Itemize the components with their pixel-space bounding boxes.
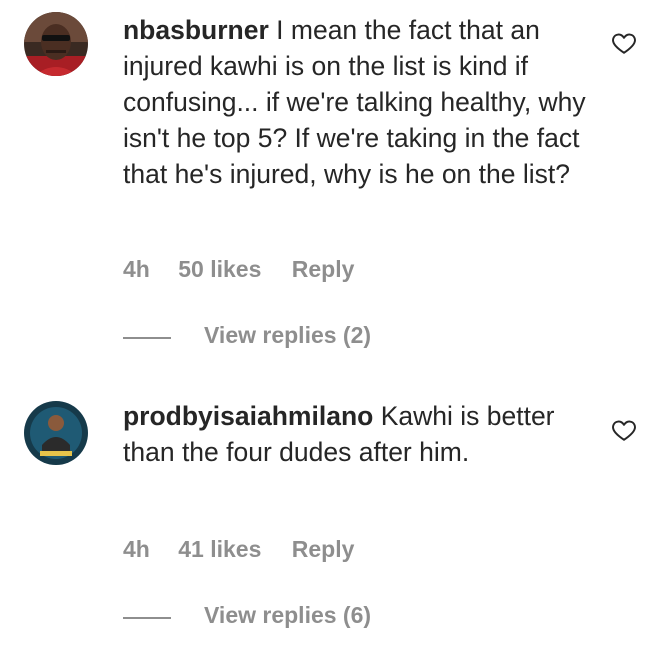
avatar[interactable] [24,12,88,76]
heart-icon[interactable] [610,417,638,443]
avatar[interactable] [24,401,88,465]
likes-count[interactable]: 41 likes [178,536,261,563]
comment-username[interactable]: prodbyisaiahmilano [123,401,373,431]
comment-meta: 4h 50 likes Reply [123,256,354,283]
comment-body: prodbyisaiahmilano Kawhi is better than … [123,398,593,470]
comment-time: 4h [123,536,150,562]
reply-button[interactable]: Reply [292,536,355,563]
comment-body: nbasburner I mean the fact that an injur… [123,12,593,192]
comment-username[interactable]: nbasburner [123,15,269,45]
comment-meta: 4h 41 likes Reply [123,536,354,563]
likes-count[interactable]: 50 likes [178,256,261,283]
reply-button[interactable]: Reply [292,256,355,283]
heart-icon[interactable] [610,30,638,56]
view-replies-label: View replies (2) [204,322,372,348]
replies-divider [123,617,171,619]
replies-divider [123,337,171,339]
view-replies-label: View replies (6) [204,602,372,628]
comment-time: 4h [123,256,150,282]
